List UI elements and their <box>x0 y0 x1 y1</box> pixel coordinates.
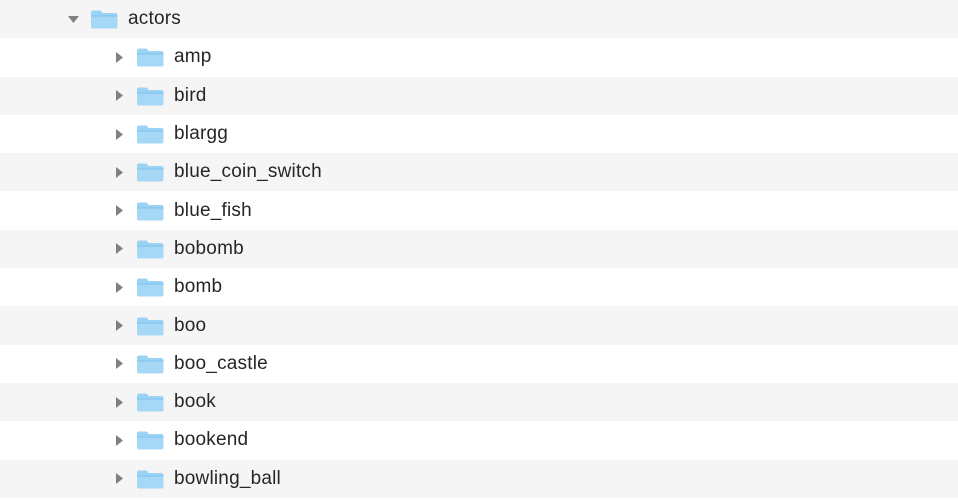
chevron-right-icon[interactable] <box>112 204 126 218</box>
chevron-right-icon[interactable] <box>112 50 126 64</box>
folder-label: actors <box>128 8 181 30</box>
chevron-right-icon[interactable] <box>112 433 126 447</box>
folder-icon <box>136 238 164 260</box>
chevron-right-icon[interactable] <box>112 319 126 333</box>
tree-row-bookend[interactable]: bookend <box>0 421 958 459</box>
folder-label: bookend <box>174 429 248 451</box>
folder-icon <box>136 85 164 107</box>
folder-label: blargg <box>174 123 228 145</box>
folder-icon <box>136 200 164 222</box>
chevron-right-icon[interactable] <box>112 357 126 371</box>
tree-row-amp[interactable]: amp <box>0 38 958 76</box>
chevron-right-icon[interactable] <box>112 242 126 256</box>
folder-label: boo <box>174 315 206 337</box>
tree-row-bird[interactable]: bird <box>0 77 958 115</box>
chevron-right-icon[interactable] <box>112 165 126 179</box>
chevron-down-icon[interactable] <box>66 12 80 26</box>
folder-icon <box>90 8 118 30</box>
folder-label: blue_fish <box>174 200 252 222</box>
folder-icon <box>136 276 164 298</box>
tree-row-actors[interactable]: actors <box>0 0 958 38</box>
folder-icon <box>136 161 164 183</box>
folder-icon <box>136 315 164 337</box>
tree-row-boo[interactable]: boo <box>0 306 958 344</box>
folder-label: book <box>174 391 216 413</box>
folder-icon <box>136 429 164 451</box>
folder-label: bobomb <box>174 238 244 260</box>
chevron-right-icon[interactable] <box>112 127 126 141</box>
folder-label: bowling_ball <box>174 468 281 490</box>
file-tree: actors amp bird blargg <box>0 0 958 498</box>
chevron-right-icon[interactable] <box>112 89 126 103</box>
tree-row-blargg[interactable]: blargg <box>0 115 958 153</box>
folder-icon <box>136 468 164 490</box>
folder-label: boo_castle <box>174 353 268 375</box>
tree-row-bomb[interactable]: bomb <box>0 268 958 306</box>
folder-icon <box>136 46 164 68</box>
folder-label: amp <box>174 46 212 68</box>
tree-row-bobomb[interactable]: bobomb <box>0 230 958 268</box>
tree-row-boo-castle[interactable]: boo_castle <box>0 345 958 383</box>
tree-row-blue-fish[interactable]: blue_fish <box>0 191 958 229</box>
tree-row-blue-coin-switch[interactable]: blue_coin_switch <box>0 153 958 191</box>
folder-icon <box>136 123 164 145</box>
folder-label: bomb <box>174 276 222 298</box>
folder-icon <box>136 353 164 375</box>
chevron-right-icon[interactable] <box>112 280 126 294</box>
tree-row-book[interactable]: book <box>0 383 958 421</box>
chevron-right-icon[interactable] <box>112 472 126 486</box>
chevron-right-icon[interactable] <box>112 395 126 409</box>
folder-icon <box>136 391 164 413</box>
tree-row-bowling-ball[interactable]: bowling_ball <box>0 460 958 498</box>
folder-label: blue_coin_switch <box>174 161 322 183</box>
folder-label: bird <box>174 85 206 107</box>
